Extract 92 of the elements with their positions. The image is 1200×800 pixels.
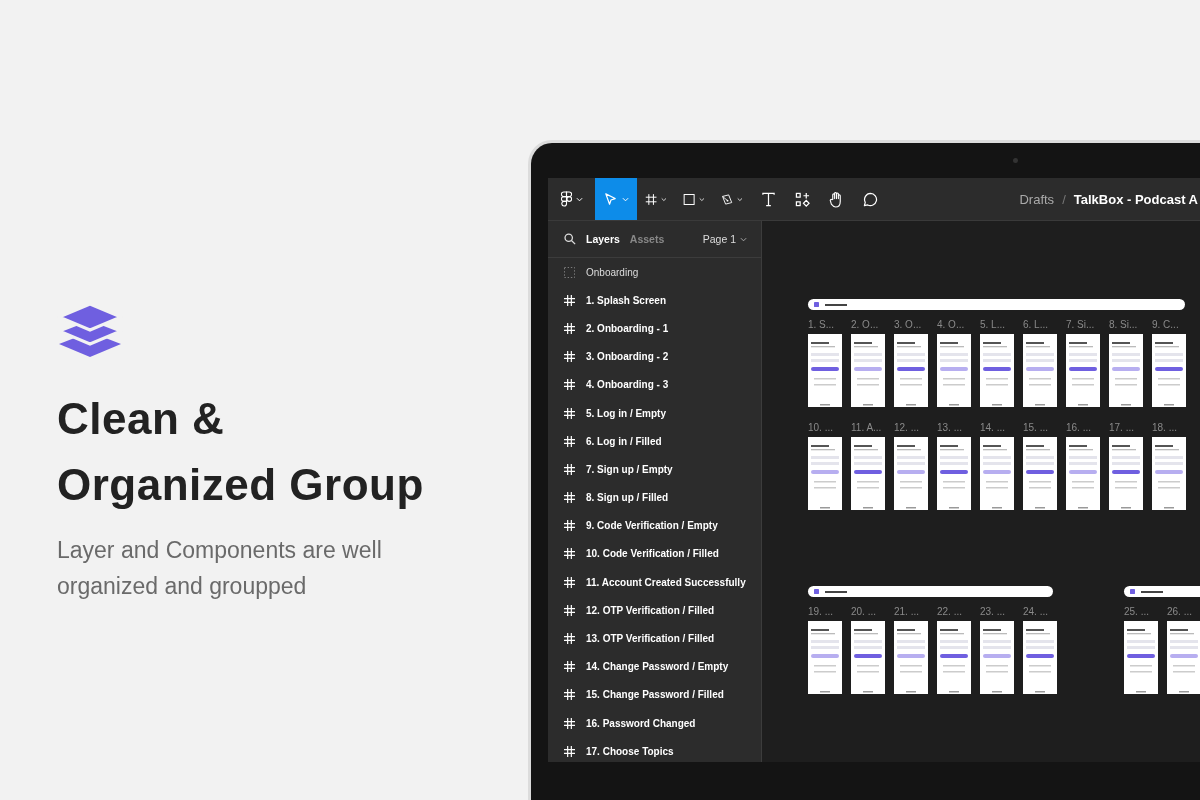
- comment-icon: [862, 191, 878, 207]
- section-header[interactable]: [808, 586, 1053, 597]
- frame-icon: [564, 463, 575, 475]
- caret-icon: [740, 236, 747, 242]
- layers-icon: [57, 302, 123, 358]
- panel-tab[interactable]: Layers: [586, 233, 620, 245]
- layer-item[interactable]: Onboarding: [548, 258, 761, 287]
- layer-item[interactable]: 17. Choose Topics: [548, 737, 761, 762]
- frame-icon: [564, 661, 575, 673]
- layer-item[interactable]: 8. Sign up / Filled: [548, 483, 761, 512]
- description: Layer and Components are well organized and groupped: [57, 536, 383, 601]
- hand-icon: [828, 190, 844, 208]
- heading: Clean & Organized Group: [57, 393, 425, 511]
- frame-label[interactable]: 12. ...: [894, 421, 928, 434]
- search-icon[interactable]: [564, 233, 576, 245]
- frame-label[interactable]: 1. S...: [808, 318, 842, 331]
- frame-label[interactable]: 6. L...: [1023, 318, 1057, 331]
- frame-label[interactable]: 9. C...: [1152, 318, 1186, 331]
- frame-icon: [564, 576, 575, 588]
- frame-label[interactable]: 13. ...: [937, 421, 971, 434]
- section-icon: [814, 302, 819, 307]
- frame-icon: [564, 717, 575, 729]
- frame-label[interactable]: 17. ...: [1109, 421, 1143, 434]
- frame-label[interactable]: 14. ...: [980, 421, 1014, 434]
- frame-label[interactable]: 7. Si...: [1066, 318, 1100, 331]
- breadcrumb-separator: /: [1062, 191, 1066, 207]
- square-icon: [683, 191, 696, 207]
- frame-icon: [564, 633, 575, 645]
- layer-item[interactable]: 9. Code Verification / Empty: [548, 511, 761, 540]
- frame-label[interactable]: 5. L...: [980, 318, 1014, 331]
- layer-item[interactable]: 4. Onboarding - 3: [548, 370, 761, 399]
- frame-label[interactable]: 18. ...: [1152, 421, 1186, 434]
- logo-icon: [560, 191, 572, 207]
- frame-label[interactable]: 2. O...: [851, 318, 885, 331]
- panel-tab[interactable]: Assets: [629, 233, 665, 245]
- frame-label[interactable]: 26. ...: [1167, 605, 1200, 618]
- frame-label[interactable]: 4. O...: [937, 318, 971, 331]
- frame-icon: [564, 745, 575, 757]
- frame-label[interactable]: 20. ...: [851, 605, 885, 618]
- file-name[interactable]: TalkBox - Podcast A: [1073, 191, 1198, 207]
- frame-label[interactable]: 22. ...: [937, 605, 971, 618]
- frame-label[interactable]: 10. ...: [808, 421, 842, 434]
- layer-item[interactable]: 15. Change Password / Filled: [548, 680, 761, 709]
- frame-label[interactable]: 8. Si...: [1109, 318, 1143, 331]
- layer-item[interactable]: 16. Password Changed: [548, 709, 761, 738]
- layer-item[interactable]: 2. Onboarding - 1: [548, 314, 761, 343]
- frame-icon: [564, 435, 575, 447]
- section-icon: [1130, 589, 1135, 594]
- layer-item[interactable]: 7. Sign up / Empty: [548, 455, 761, 484]
- frame-label[interactable]: 23. ...: [980, 605, 1014, 618]
- cursor-icon: [603, 191, 618, 207]
- caret-icon: [661, 196, 667, 202]
- frame-icon: [564, 689, 575, 701]
- caret-icon: [575, 196, 583, 202]
- frame-icon: [564, 604, 575, 616]
- pen-icon: [721, 191, 734, 207]
- layer-item[interactable]: 12. OTP Verification / Filled: [548, 596, 761, 625]
- shapes-icon: [794, 191, 810, 207]
- breadcrumb-folder[interactable]: Drafts: [1019, 191, 1055, 207]
- layer-item[interactable]: 10. Code Verification / Filled: [548, 539, 761, 569]
- section-icon: [564, 266, 575, 278]
- frame-icon: [564, 351, 575, 363]
- frame-icon: [564, 492, 575, 504]
- frame-icon: [564, 407, 575, 419]
- layer-item[interactable]: 14. Change Password / Empty: [548, 652, 761, 681]
- caret-icon: [699, 196, 705, 202]
- layer-item[interactable]: 13. OTP Verification / Filled: [548, 624, 761, 653]
- layer-item[interactable]: 6. Log in / Filled: [548, 427, 761, 456]
- layer-item[interactable]: 11. Account Created Successfully: [548, 568, 761, 597]
- frame-icon: [564, 322, 575, 334]
- frame-label[interactable]: 19. ...: [808, 605, 842, 618]
- frame-label[interactable]: 25. ...: [1124, 605, 1158, 618]
- layer-item[interactable]: 3. Onboarding - 2: [548, 342, 761, 371]
- frame-icon: [564, 379, 575, 391]
- hash-icon: [645, 191, 658, 207]
- layer-item[interactable]: 1. Splash Screen: [548, 286, 761, 315]
- layer-item[interactable]: 5. Log in / Empty: [548, 398, 761, 428]
- frame-icon: [564, 520, 575, 532]
- frame-icon: [564, 548, 575, 560]
- section-icon: [814, 589, 819, 594]
- caret-icon: [622, 196, 629, 202]
- caret-icon: [737, 196, 743, 202]
- page-dropdown[interactable]: Page 1: [702, 233, 747, 245]
- frame-label[interactable]: 21. ...: [894, 605, 928, 618]
- section-header[interactable]: [808, 299, 1185, 310]
- frame-icon: [564, 294, 575, 306]
- frame-label[interactable]: 3. O...: [894, 318, 928, 331]
- frame-label[interactable]: 11. A...: [851, 421, 885, 434]
- frame-label[interactable]: 24. ...: [1023, 605, 1057, 618]
- text-icon: [760, 191, 776, 207]
- frame-label[interactable]: 15. ...: [1023, 421, 1057, 434]
- frame-label[interactable]: 16. ...: [1066, 421, 1100, 434]
